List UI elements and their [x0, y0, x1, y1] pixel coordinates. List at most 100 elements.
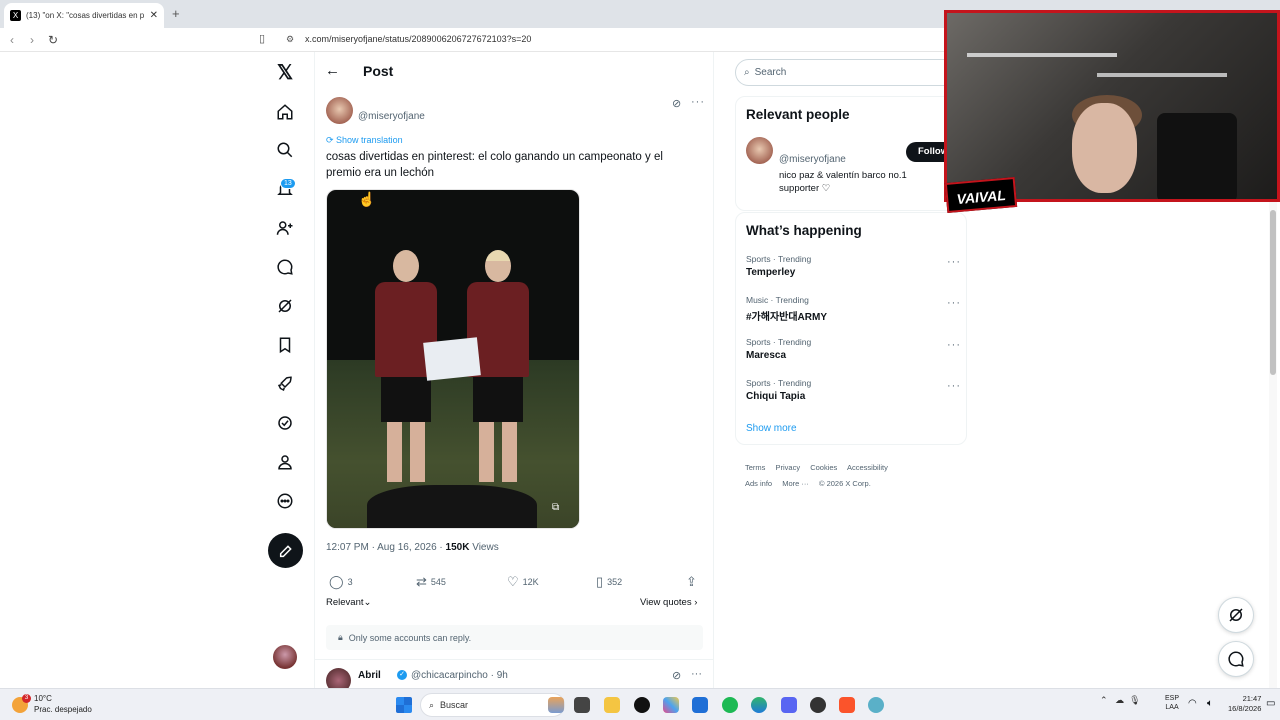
trend-more-icon[interactable]: ···: [947, 380, 961, 392]
spotify-icon[interactable]: [722, 697, 738, 713]
trend-category: Music · Trending: [746, 295, 809, 305]
app-icon[interactable]: [868, 697, 884, 713]
reload-icon[interactable]: ↻: [48, 33, 58, 47]
forward-nav-icon[interactable]: ›: [30, 33, 34, 47]
person-handle[interactable]: @miseryofjane: [779, 154, 846, 165]
taskbar-search[interactable]: ⌕ Buscar: [420, 693, 565, 717]
more-options-icon[interactable]: [270, 486, 300, 516]
scrollbar-thumb[interactable]: [1270, 210, 1276, 375]
repost-button[interactable]: ⇄ 545: [416, 574, 446, 590]
verified-icon[interactable]: [270, 408, 300, 438]
grok-explain-icon[interactable]: ⊘: [672, 669, 681, 682]
taskbar-app-icon[interactable]: [548, 697, 564, 713]
messages-floating-button[interactable]: [1218, 641, 1254, 677]
language-indicator[interactable]: ESP LAA: [1165, 694, 1179, 712]
chevron-up-icon[interactable]: ⌃: [1100, 695, 1108, 705]
mic-icon[interactable]: 🎙︎: [1129, 695, 1140, 705]
post-more-icon[interactable]: ···: [691, 96, 705, 108]
messages-icon[interactable]: [270, 252, 300, 282]
trend-more-icon[interactable]: ···: [947, 256, 961, 268]
wifi-icon[interactable]: ◠: [1188, 698, 1197, 709]
show-more-link[interactable]: Show more: [746, 423, 797, 434]
search-icon: ⌕: [429, 699, 435, 710]
trend-more-icon[interactable]: ···: [947, 339, 961, 351]
bookmark-button[interactable]: ▯ 352: [596, 574, 622, 590]
back-nav-icon[interactable]: ‹: [10, 33, 14, 47]
verified-badge-icon: ✓: [397, 670, 407, 680]
account-avatar[interactable]: [273, 645, 297, 669]
footer-accessibility-link[interactable]: Accessibility: [847, 463, 888, 472]
column-divider: [314, 52, 315, 692]
trend-item[interactable]: Sports · Trending Chiqui Tapia ···: [746, 378, 961, 402]
weather-condition: Prac. despejado: [34, 705, 92, 714]
lang-line2: LAA: [1165, 704, 1179, 711]
share-button[interactable]: ⇪: [686, 574, 697, 590]
trend-more-icon[interactable]: ···: [947, 297, 961, 309]
whats-happening-title: What’s happening: [746, 223, 862, 238]
system-clock[interactable]: 21:47 16/8/2026: [1228, 694, 1261, 714]
discord-icon[interactable]: [781, 697, 797, 713]
file-explorer-icon[interactable]: [604, 697, 620, 713]
bookmark-icon: ▯: [596, 574, 604, 589]
view-quotes-link[interactable]: View quotes ›: [640, 597, 697, 608]
image-grok-edit-icon[interactable]: ⧉: [552, 502, 559, 513]
compose-post-button[interactable]: [268, 533, 303, 568]
close-tab-icon[interactable]: ✕: [150, 10, 158, 21]
bookmarks-icon[interactable]: [270, 330, 300, 360]
x-logo-icon[interactable]: 𝕏: [270, 57, 300, 87]
trend-item[interactable]: Music · Trending #가해자반대ARMY ···: [746, 295, 961, 323]
url-field[interactable]: x.com/miseryofjane/status/20890062067276…: [305, 34, 531, 44]
notifications-icon[interactable]: ▭: [1266, 698, 1275, 709]
home-icon[interactable]: [270, 97, 300, 127]
copilot-icon[interactable]: [663, 697, 679, 713]
search-input[interactable]: ⌕ Search: [735, 59, 965, 86]
windows-start-icon[interactable]: [396, 697, 412, 713]
brave-icon[interactable]: [839, 697, 855, 713]
reply-author-handle[interactable]: @chicacarpincho · 9h: [411, 670, 508, 681]
back-arrow-icon[interactable]: ←: [325, 62, 340, 79]
grok-floating-button[interactable]: [1218, 597, 1254, 633]
edge-icon[interactable]: [751, 697, 767, 713]
jobs-rocket-icon[interactable]: [270, 369, 300, 399]
grok-explain-icon[interactable]: ⊘: [672, 97, 681, 110]
explore-search-icon[interactable]: [270, 135, 300, 165]
store-icon[interactable]: [692, 697, 708, 713]
site-info-icon[interactable]: ⚙: [286, 34, 294, 45]
author-handle[interactable]: @miseryofjane: [358, 111, 425, 122]
task-view-icon[interactable]: [574, 697, 590, 713]
clock-date: 16/8/2026: [1228, 704, 1262, 713]
reply-icon: ◯: [329, 574, 344, 589]
reply-author-name[interactable]: Abril: [358, 670, 381, 681]
bookmark-page-icon[interactable]: ▯: [259, 32, 265, 45]
trend-item[interactable]: Sports · Trending Maresca ···: [746, 337, 961, 361]
app-icon[interactable]: [634, 697, 650, 713]
person-avatar[interactable]: [746, 137, 773, 164]
footer-more-link[interactable]: More ···: [782, 479, 809, 488]
search-icon: ⌕: [744, 67, 750, 78]
reply-sort-dropdown[interactable]: Relevant⌄: [326, 597, 371, 608]
network-icon[interactable]: ☁: [1115, 695, 1124, 705]
volume-icon[interactable]: 🔈︎: [1207, 698, 1213, 709]
follow-people-icon[interactable]: [270, 213, 300, 243]
reply-button[interactable]: ◯ 3: [329, 574, 353, 590]
footer-terms-link[interactable]: Terms: [745, 463, 765, 472]
relevant-people-card: Relevant people @miseryofjane nico paz &…: [735, 96, 967, 211]
trend-name: #가해자반대ARMY: [746, 312, 828, 323]
reply-more-icon[interactable]: ···: [691, 668, 702, 680]
timestamp-text: 12:07 PM · Aug 16, 2026 ·: [326, 542, 446, 553]
footer-privacy-link[interactable]: Privacy: [776, 463, 801, 472]
like-button[interactable]: ♡ 12K: [507, 574, 539, 590]
post-image[interactable]: ⧉: [326, 189, 580, 529]
trend-item[interactable]: Sports · Trending Temperley ···: [746, 254, 961, 278]
system-tray[interactable]: ⌃ ☁ 🎙︎: [1100, 695, 1141, 706]
profile-icon[interactable]: [270, 447, 300, 477]
author-avatar[interactable]: [326, 97, 353, 124]
new-tab-button[interactable]: +: [172, 6, 180, 21]
lang-line1: ESP: [1165, 695, 1180, 702]
show-translation-link[interactable]: ⟳ Show translation: [326, 135, 403, 146]
footer-ads-link[interactable]: Ads info: [745, 479, 772, 488]
grok-icon[interactable]: [270, 291, 300, 321]
browser-tab[interactable]: X (13) "on X: "cosas divertidas en p ✕: [4, 3, 164, 28]
footer-cookies-link[interactable]: Cookies: [810, 463, 837, 472]
app-icon[interactable]: [810, 697, 826, 713]
